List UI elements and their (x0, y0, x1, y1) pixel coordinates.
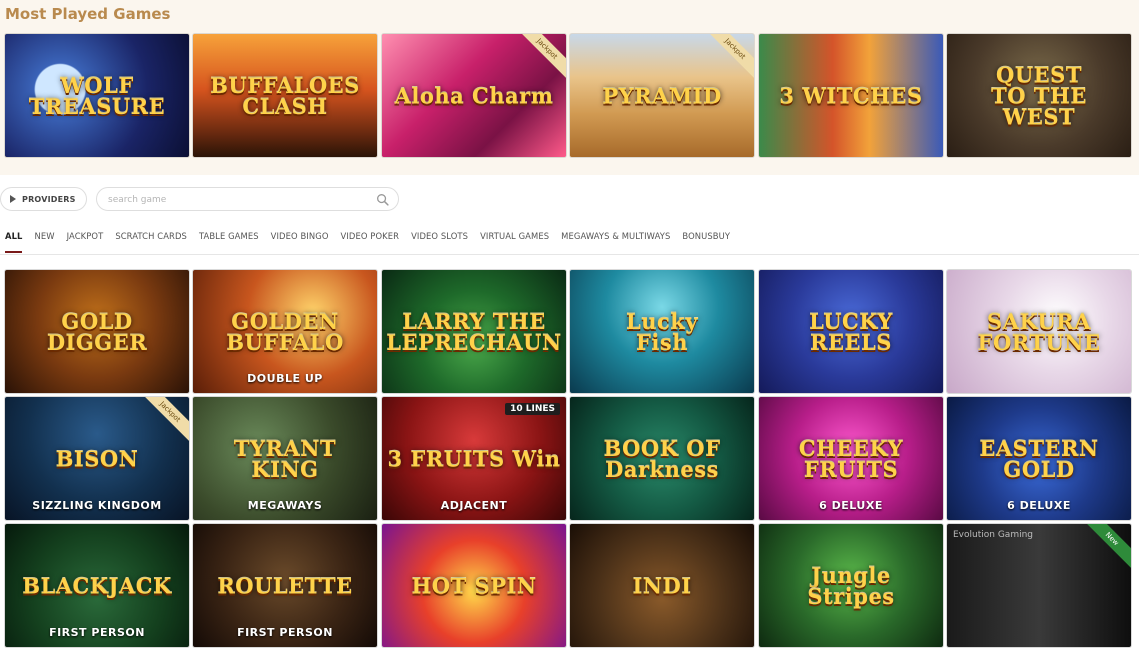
game-subtitle: FIRST PERSON (237, 626, 333, 639)
tab-jackpot[interactable]: JACKPOT (67, 230, 104, 244)
game-tile-sakura-fortune[interactable]: SAKURA FORTUNE (947, 270, 1131, 393)
game-tile-hot-spin[interactable]: HOT SPIN (382, 524, 566, 647)
tab-scratch-cards[interactable]: SCRATCH CARDS (115, 230, 187, 244)
game-title: SAKURA FORTUNE (977, 308, 1101, 355)
most-played-tile-quest-to-the-west[interactable]: QUEST TO THE WEST (947, 34, 1131, 157)
providers-label: PROVIDERS (22, 194, 76, 204)
game-tile-live-dealer[interactable]: New Evolution Gaming (947, 524, 1131, 647)
game-title: HOT SPIN (411, 573, 537, 598)
game-title: TYRANT KING (233, 435, 337, 482)
most-played-tile-aloha-charm[interactable]: Aloha Charm Jackpot (382, 34, 566, 157)
game-tile-cheeky-fruits[interactable]: CHEEKY FRUITS 6 DELUXE (759, 397, 943, 520)
game-title: Aloha Charm (394, 83, 554, 108)
game-title: PYRAMID (602, 83, 722, 108)
category-tabs: ALL NEW JACKPOT SCRATCH CARDS TABLE GAMES VID… (5, 230, 742, 253)
game-tile-lucky-fish[interactable]: Lucky Fish (570, 270, 754, 393)
game-title: EASTERN GOLD (979, 435, 1099, 482)
game-tile-tyrant-king[interactable]: TYRANT KING MEGAWAYS (193, 397, 377, 520)
game-tile-jungle-stripes[interactable]: Jungle Stripes (759, 524, 943, 647)
most-played-tile-wolf-treasure[interactable]: WOLF TREASURE (5, 34, 189, 157)
game-title: BLACKJACK (22, 573, 172, 598)
game-tile-book-of-darkness[interactable]: BOOK OF Darkness (570, 397, 754, 520)
game-title: 3 WITCHES (779, 83, 923, 108)
game-title: CHEEKY FRUITS (798, 435, 904, 482)
tab-video-bingo[interactable]: VIDEO BINGO (271, 230, 329, 244)
search-icon[interactable] (376, 193, 389, 206)
game-title: BISON (55, 446, 139, 471)
game-tile-bison[interactable]: BISON SIZZLING KINGDOM Jackpot (5, 397, 189, 520)
game-tile-gold-digger[interactable]: GOLD DIGGER (5, 270, 189, 393)
provider-logo: Evolution Gaming (953, 530, 1033, 540)
tab-megaways-multiways[interactable]: MEGAWAYS & MULTIWAYS (561, 230, 670, 244)
tabs-divider (0, 254, 1139, 255)
tab-video-slots[interactable]: VIDEO SLOTS (411, 230, 468, 244)
game-title: WOLF TREASURE (28, 72, 166, 119)
tab-all[interactable]: ALL (5, 230, 23, 253)
game-title: ROULETTE (217, 573, 353, 598)
game-tile-golden-buffalo[interactable]: GOLDEN BUFFALO DOUBLE UP (193, 270, 377, 393)
game-subtitle: SIZZLING KINGDOM (32, 499, 162, 512)
game-title: GOLDEN BUFFALO (226, 308, 344, 355)
game-title: BUFFALOES CLASH (210, 72, 360, 119)
tab-table-games[interactable]: TABLE GAMES (199, 230, 259, 244)
game-title: Jungle Stripes (807, 562, 895, 609)
tab-video-poker[interactable]: VIDEO POKER (341, 230, 400, 244)
game-tile-3-fruits-win[interactable]: 3 FRUITS Win ADJACENT 10 LINES (382, 397, 566, 520)
most-played-tile-pyramid[interactable]: PYRAMID Jackpot (570, 34, 754, 157)
game-title: GOLD DIGGER (46, 308, 148, 355)
providers-button[interactable]: PROVIDERS (0, 187, 87, 211)
tab-virtual-games[interactable]: VIRTUAL GAMES (480, 230, 549, 244)
game-title: QUEST TO THE WEST (991, 62, 1087, 129)
game-subtitle: 6 DELUXE (1007, 499, 1071, 512)
game-tile-blackjack[interactable]: BLACKJACK FIRST PERSON (5, 524, 189, 647)
game-title: Lucky Fish (625, 308, 699, 355)
search-box (96, 187, 399, 211)
tab-new[interactable]: NEW (34, 230, 54, 244)
game-subtitle: MEGAWAYS (247, 499, 323, 512)
game-art (947, 524, 1131, 647)
most-played-tile-3-witches[interactable]: 3 WITCHES (759, 34, 943, 157)
game-subtitle: ADJACENT (440, 499, 508, 512)
game-title: LARRY THE LEPRECHAUN (386, 308, 562, 355)
game-title: LUCKY REELS (809, 308, 893, 355)
most-played-tile-buffaloes-clash[interactable]: BUFFALOES CLASH (193, 34, 377, 157)
game-tile-lucky-reels[interactable]: LUCKY REELS (759, 270, 943, 393)
game-subtitle: 6 DELUXE (819, 499, 883, 512)
lines-badge: 10 LINES (505, 403, 560, 415)
game-tile-roulette[interactable]: ROULETTE FIRST PERSON (193, 524, 377, 647)
section-title-most-played: Most Played Games (5, 5, 171, 23)
game-tile-indi[interactable]: INDI (570, 524, 754, 647)
game-subtitle: FIRST PERSON (49, 626, 145, 639)
game-tile-eastern-gold[interactable]: EASTERN GOLD 6 DELUXE (947, 397, 1131, 520)
game-subtitle: DOUBLE UP (247, 372, 323, 385)
game-title: BOOK OF Darkness (603, 435, 721, 482)
game-tile-larry-the-leprechaun[interactable]: LARRY THE LEPRECHAUN (382, 270, 566, 393)
search-input[interactable] (106, 191, 370, 209)
game-title: 3 FRUITS Win (387, 446, 561, 471)
play-triangle-icon (10, 195, 16, 203)
game-title: INDI (632, 573, 692, 598)
tab-bonusbuy[interactable]: BONUSBUY (682, 230, 730, 244)
